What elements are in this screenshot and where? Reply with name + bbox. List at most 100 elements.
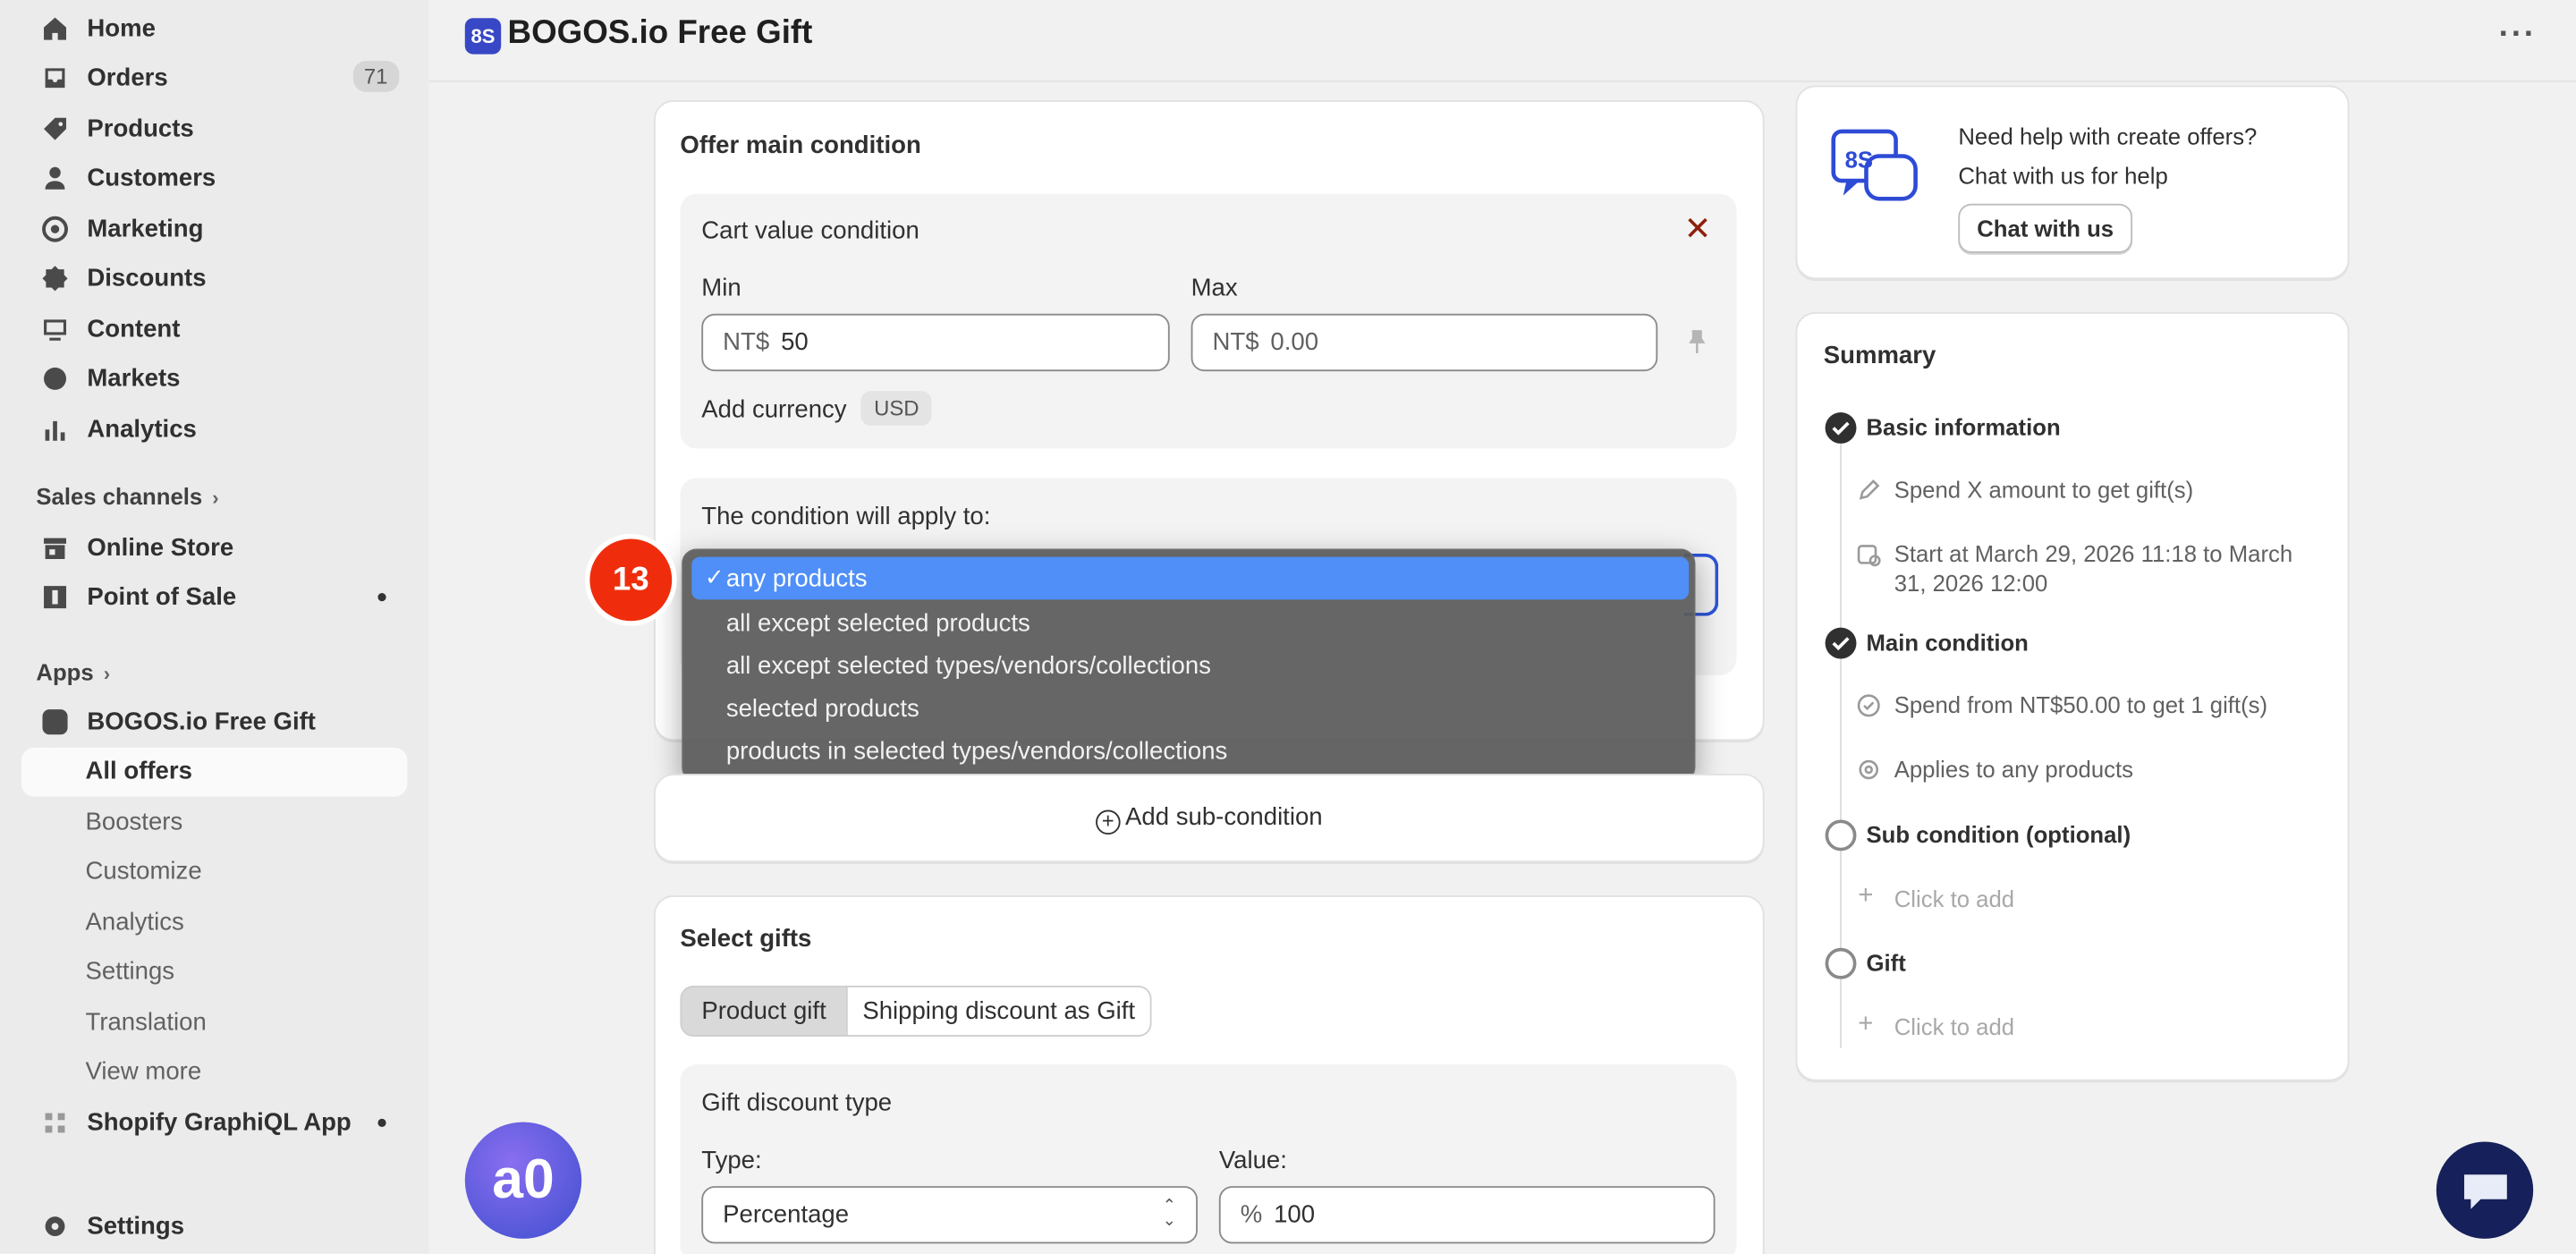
option-all-except-types[interactable]: all except selected types/vendors/collec…	[691, 644, 1689, 687]
nav-label: BOGOS.io Free Gift	[87, 707, 316, 735]
option-label: all except selected types/vendors/collec…	[725, 651, 1211, 680]
min-value: 50	[781, 328, 809, 357]
section-label: Sales channels	[36, 482, 203, 510]
app-header: 8S BOGOS.io Free Gift ···	[428, 0, 2576, 82]
nav-products[interactable]: Products	[21, 104, 408, 153]
cart-value-title: Cart value condition	[701, 216, 919, 245]
nav-customers[interactable]: Customers	[21, 153, 408, 202]
help-text: Need help with create offers? Chat with …	[1958, 116, 2257, 195]
nav-home[interactable]: Home	[21, 4, 408, 53]
gear-icon	[39, 1211, 69, 1241]
pos-icon	[39, 581, 69, 611]
nav-point-of-sale[interactable]: Point of Sale	[21, 572, 408, 621]
nav-label: Marketing	[87, 214, 204, 242]
add-sub-condition-row: + Add sub-condition	[656, 803, 1763, 835]
nav-bogos-app[interactable]: BOGOS.io Free Gift	[21, 697, 408, 746]
tab-shipping-discount[interactable]: Shipping discount as Gift	[845, 986, 1152, 1037]
step-done-icon	[1825, 627, 1857, 659]
summary-sub-condition[interactable]: Sub condition (optional)	[1866, 821, 2131, 847]
summary-basic-info[interactable]: Basic information	[1866, 414, 2060, 440]
max-placeholder: 0.00	[1270, 328, 1319, 357]
percent-prefix: %	[1240, 1200, 1263, 1229]
nav-label: Shopify GraphiQL App	[87, 1107, 352, 1137]
status-dot	[377, 593, 386, 602]
nav-analytics[interactable]: Analytics	[21, 404, 408, 453]
add-currency-label: Add currency	[701, 395, 847, 424]
plus-circle-icon: +	[1095, 809, 1121, 835]
nav-orders[interactable]: Orders 71	[21, 53, 408, 102]
option-selected-products[interactable]: selected products	[691, 687, 1689, 730]
target-icon	[39, 214, 69, 243]
section-label: Apps	[36, 658, 94, 685]
nav-all-offers[interactable]: All offers	[21, 747, 408, 797]
plus-icon: +	[1858, 1010, 1874, 1038]
sales-channels-heading[interactable]: Sales channels ›	[36, 483, 218, 509]
option-products-in-types[interactable]: products in selected types/vendors/colle…	[691, 729, 1689, 772]
type-value: Percentage	[723, 1200, 850, 1229]
nav-label: Content	[87, 314, 181, 343]
summary-main-condition[interactable]: Main condition	[1866, 629, 2028, 655]
chat-with-us-button[interactable]: Chat with us	[1958, 203, 2133, 253]
step-badge: 13	[589, 538, 673, 622]
min-amount-input[interactable]: NT$ 50	[701, 313, 1170, 372]
apply-to-dropdown: ✓ any products all except selected produ…	[682, 548, 1696, 783]
calendar-clock-icon	[1856, 542, 1882, 568]
nav-app-analytics[interactable]: Analytics	[86, 909, 184, 936]
close-icon[interactable]: ✕	[1684, 214, 1712, 247]
nav-label: Discounts	[87, 263, 207, 292]
more-actions-button[interactable]: ···	[2499, 16, 2537, 54]
nav-graphiql-app[interactable]: Shopify GraphiQL App	[21, 1097, 408, 1147]
summary-title: Summary	[1823, 342, 1936, 370]
nav-label: All offers	[85, 757, 192, 785]
max-amount-input[interactable]: NT$ 0.00	[1191, 313, 1658, 372]
apply-to-label: The condition will apply to:	[701, 503, 991, 531]
add-sub-condition-label: Add sub-condition	[1125, 803, 1323, 832]
nav-app-settings[interactable]: Settings	[86, 958, 175, 986]
nav-translation[interactable]: Translation	[86, 1009, 207, 1037]
summary-connector	[1840, 979, 1842, 1048]
bar-chart-icon	[39, 414, 69, 444]
sidebar: Home Orders 71 Products Customers Market…	[0, 0, 429, 1254]
graphiql-app-icon	[39, 1107, 69, 1137]
currency-chip-usd[interactable]: USD	[860, 391, 933, 426]
plus-icon: +	[1858, 882, 1874, 911]
live-chat-button[interactable]	[2436, 1141, 2534, 1239]
option-label: selected products	[725, 694, 919, 723]
apps-heading[interactable]: Apps ›	[36, 659, 110, 685]
summary-gift-click-to-add[interactable]: Click to add	[1894, 1013, 2014, 1039]
pencil-icon	[1856, 478, 1882, 504]
nav-label: Orders	[87, 63, 168, 91]
nav-settings[interactable]: Settings	[21, 1201, 408, 1250]
value-input[interactable]: % 100	[1218, 1186, 1716, 1244]
pin-icon[interactable]	[1685, 328, 1708, 354]
main-condition-title: Offer main condition	[680, 131, 921, 160]
image-icon	[39, 314, 69, 343]
nav-content[interactable]: Content	[21, 304, 408, 353]
currency-prefix: NT$	[1212, 328, 1259, 357]
nav-view-more[interactable]: View more	[86, 1058, 202, 1086]
nav-boosters[interactable]: Boosters	[86, 809, 183, 836]
bogos-logo-icon: 8S	[464, 18, 502, 55]
max-label: Max	[1191, 274, 1238, 302]
assistant-fab-button[interactable]: a0	[464, 1122, 582, 1239]
check-icon: ✓	[704, 563, 724, 590]
nav-marketing[interactable]: Marketing	[21, 204, 408, 253]
nav-label: Products	[87, 114, 194, 142]
value-value: 100	[1274, 1200, 1316, 1229]
nav-customize[interactable]: Customize	[86, 858, 202, 885]
summary-basic-sub-2: Start at March 29, 2026 11:18 to March 3…	[1894, 540, 2293, 597]
add-sub-condition-button[interactable]: + Add sub-condition	[654, 774, 1765, 863]
step-done-icon	[1825, 412, 1857, 444]
tab-product-gift[interactable]: Product gift	[680, 986, 848, 1037]
summary-connector	[1840, 658, 1842, 820]
option-any-products[interactable]: ✓ any products	[691, 556, 1690, 600]
summary-sub-click-to-add[interactable]: Click to add	[1894, 885, 2014, 911]
nav-markets[interactable]: Markets	[21, 353, 408, 402]
globe-icon	[39, 363, 69, 393]
type-select[interactable]: Percentage ⌃ ⌄	[701, 1186, 1198, 1244]
option-all-except-selected-products[interactable]: all except selected products	[691, 601, 1689, 644]
nav-online-store[interactable]: Online Store	[21, 522, 408, 572]
min-label: Min	[701, 274, 741, 302]
summary-gift[interactable]: Gift	[1866, 950, 1905, 976]
nav-discounts[interactable]: Discounts	[21, 253, 408, 302]
